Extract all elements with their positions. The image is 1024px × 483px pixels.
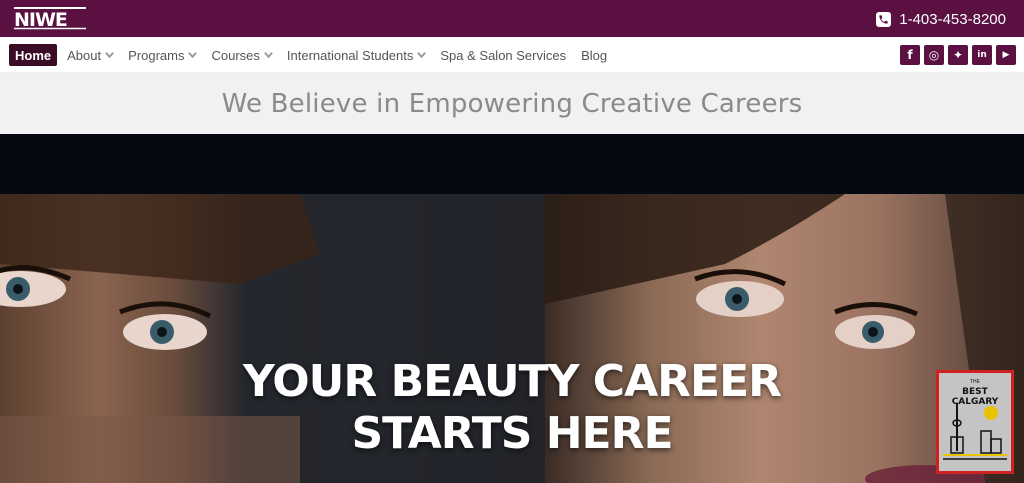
main-nav: Home About Programs Courses International St… — [0, 37, 1024, 73]
chevron-down-icon — [105, 51, 114, 59]
nav-item-about[interactable]: About — [62, 44, 118, 66]
youtube-button[interactable]: ▶ — [996, 45, 1016, 65]
phone-icon — [876, 11, 892, 27]
nav-item-label: Programs — [128, 47, 185, 63]
nav-item-label: Courses — [211, 47, 260, 63]
nav-item-courses[interactable]: Courses — [206, 44, 276, 66]
hero-headline-line2: STARTS HERE — [351, 408, 673, 459]
phone-number: 1-403-453-8200 — [899, 10, 1006, 28]
hero-headline: YOUR BEAUTY CAREER STARTS HERE — [0, 356, 1024, 460]
social-links: f ◎ ✦ in ▶ — [900, 45, 1016, 65]
nav-item-label: Home — [15, 47, 52, 63]
phone-link[interactable]: 1-403-453-8200 — [876, 10, 1006, 28]
chevron-down-icon — [188, 51, 198, 59]
tagline: We Believe in Empowering Creative Career… — [221, 88, 803, 119]
linkedin-button[interactable]: in — [972, 45, 992, 65]
facebook-icon: f — [907, 48, 913, 62]
nav-item-label: Spa & Salon Services — [440, 47, 567, 63]
nav-item-label: About — [67, 47, 102, 63]
tagline-band: We Believe in Empowering Creative Career… — [0, 73, 1024, 134]
twitter-button[interactable]: ✦ — [948, 45, 968, 65]
niwe-logo-mark: NIWE — [14, 7, 86, 30]
nav-item-label: Blog — [581, 47, 608, 63]
nav-item-blog[interactable]: Blog — [576, 44, 612, 66]
niwe-logo[interactable]: NIWE — [14, 6, 86, 30]
nav-item-international-students[interactable]: International Students — [282, 44, 430, 66]
facebook-button[interactable]: f — [900, 45, 920, 65]
nav-item-label: International Students — [286, 47, 414, 63]
hero-headline-line1: YOUR BEAUTY CAREER — [242, 356, 782, 407]
best-calgary-badge[interactable]: THE BEST CALGARY — [936, 370, 1014, 474]
top-bar: NIWE 1-403-453-8200 — [0, 0, 1024, 37]
instagram-icon: ◎ — [928, 48, 940, 62]
logo-text: NIWE — [14, 9, 67, 30]
linkedin-icon: in — [977, 50, 987, 60]
youtube-icon: ▶ — [1002, 50, 1010, 60]
twitter-icon: ✦ — [952, 48, 964, 62]
chevron-down-icon — [264, 51, 273, 59]
nav-item-home[interactable]: Home — [9, 44, 58, 66]
nav-item-programs[interactable]: Programs — [123, 44, 201, 66]
hero-banner: YOUR BEAUTY CAREER STARTS HERE — [0, 134, 1024, 483]
calgary-skyline-icon — [943, 403, 1007, 460]
chevron-down-icon — [417, 51, 427, 59]
nav-item-spa-salon-services[interactable]: Spa & Salon Services — [435, 44, 571, 66]
instagram-button[interactable]: ◎ — [924, 45, 944, 65]
